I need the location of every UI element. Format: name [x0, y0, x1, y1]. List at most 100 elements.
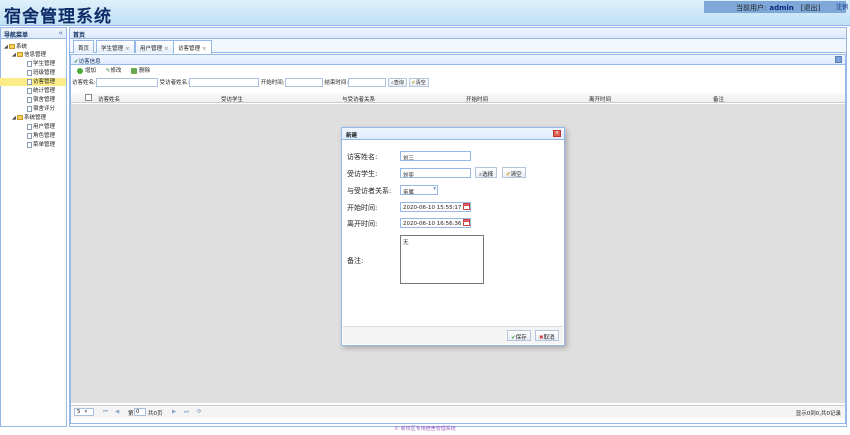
select-student-button[interactable]: ⌕选择 — [475, 167, 498, 178]
tree-node-classes[interactable]: 班级管理 — [0, 69, 66, 77]
col-student[interactable]: 受访学生 — [221, 95, 243, 103]
nav-panel-header: 导航菜单 « — [1, 28, 66, 39]
last-page-icon[interactable]: ⏭ — [184, 409, 189, 416]
pager-summary: 显示0到0,共0记录 — [795, 411, 841, 417]
first-page-icon[interactable]: ⏮ — [103, 409, 108, 416]
select-all-checkbox[interactable] — [85, 94, 92, 101]
tree-node-users[interactable]: 用户管理 — [0, 123, 66, 131]
logout-link[interactable]: 注销 — [836, 2, 848, 11]
clear-button[interactable]: ✐清空 — [408, 78, 429, 87]
clear-student-button[interactable]: ✐清空 — [502, 167, 526, 178]
close-icon[interactable]: × — [553, 130, 561, 137]
col-visitor-name[interactable]: 访客姓名 — [98, 95, 120, 103]
tab-home[interactable]: 首页 — [73, 40, 95, 53]
start-time-label: 开始时间: — [347, 204, 378, 212]
end-time-input[interactable] — [348, 78, 387, 87]
folder-icon — [9, 44, 15, 49]
visitor-name-label: 访客姓名: — [347, 153, 378, 161]
exit-link[interactable]: [退出] — [801, 4, 820, 12]
nav-panel-title: 导航菜单 — [4, 32, 29, 39]
visitor-name-field[interactable]: 刘三 — [400, 151, 471, 161]
datagrid-title: 访客信息 — [78, 59, 101, 65]
student-field[interactable]: 刘奕 — [400, 168, 471, 178]
student-label: 受访学生: — [347, 170, 378, 178]
delete-button[interactable]: 删除 — [131, 67, 150, 74]
col-leave-time[interactable]: 离开时间 — [589, 95, 611, 103]
tree-node-roles[interactable]: 角色管理 — [0, 132, 66, 140]
user-prefix: 当前用户: — [736, 4, 767, 12]
visitor-name-input[interactable] — [95, 78, 158, 87]
start-time-input[interactable] — [284, 78, 323, 87]
page-prefix: 第 — [128, 411, 134, 417]
tab-students[interactable]: 学生管理 × — [96, 40, 135, 53]
relation-select[interactable]: 亲属 ▾ — [400, 185, 438, 195]
tab-users[interactable]: 用户管理 × — [135, 40, 174, 53]
remark-textarea[interactable]: 无 — [400, 235, 484, 284]
tree-node-dorm-score[interactable]: 宿舍评分 — [0, 105, 66, 113]
datagrid-toolbar: 增加 ✎修改 删除 — [77, 66, 158, 74]
delete-icon — [131, 67, 138, 74]
dialog-footer: ✔保存 ✖取消 — [343, 326, 563, 344]
page-number-input[interactable]: 0 — [134, 408, 146, 416]
refresh-icon[interactable]: ⟳ — [197, 409, 202, 415]
file-icon — [27, 87, 32, 94]
file-icon — [27, 69, 32, 76]
user-bar: 当前用户: admin [退出] — [704, 1, 846, 13]
user-name: admin — [769, 4, 794, 12]
file-icon — [27, 105, 32, 112]
student-name-label: 受访者姓名: — [159, 80, 189, 86]
col-start-time[interactable]: 开始时间 — [466, 95, 488, 103]
calendar-icon[interactable] — [463, 203, 470, 210]
end-time-label: 结束时间: — [324, 80, 349, 86]
chevron-down-icon: ▾ — [433, 186, 436, 192]
tree-node-menus[interactable]: 菜单管理 — [0, 141, 66, 149]
pagination-bar: 5 ▾ ⏮ ◀ 第 0 共0页 ▶ ⏭ ⟳ 显示0到0,共0记录 — [71, 405, 845, 418]
start-time-field[interactable]: 2020-06-10 15:55:17 — [400, 202, 471, 212]
footer: © 新校区专用宿舍管理系统 — [394, 426, 456, 432]
student-name-input[interactable] — [188, 78, 259, 87]
search-bar: 访客姓名: 受访者姓名: 开始时间: 结束时间: ⌕查询 ✐清空 — [72, 78, 844, 90]
col-relation[interactable]: 与受访者关系 — [342, 95, 375, 103]
dialog-title: 新建 — [346, 133, 358, 139]
leave-time-field[interactable]: 2020-06-10 16:56:36 — [400, 218, 471, 228]
col-remark[interactable]: 备注 — [713, 95, 724, 103]
page-total: 共0页 — [148, 411, 163, 417]
dialog-header: 新建 — [342, 128, 564, 140]
query-button[interactable]: ⌕查询 — [387, 78, 407, 87]
tree-node-info-mgmt[interactable]: ◢ 信息管理 — [0, 51, 66, 59]
collapse-panel-icon[interactable] — [835, 56, 842, 63]
chevron-down-icon: ▾ — [84, 409, 88, 415]
save-button[interactable]: ✔保存 — [507, 330, 531, 341]
tree-node-students[interactable]: 学生管理 — [0, 60, 66, 68]
add-button[interactable]: 增加 — [77, 67, 96, 74]
file-icon — [27, 141, 32, 148]
cancel-button[interactable]: ✖取消 — [535, 330, 559, 341]
app-title: 宿舍管理系统 — [4, 7, 112, 27]
tree-node-visitors[interactable]: 访客管理 — [0, 78, 66, 86]
file-icon — [27, 60, 32, 67]
tree-node-sys-mgmt[interactable]: ◢ 系统管理 — [0, 114, 66, 122]
remark-label: 备注: — [347, 257, 364, 265]
close-icon[interactable]: × — [202, 46, 207, 52]
start-time-label: 开始时间: — [260, 80, 285, 86]
next-page-icon[interactable]: ▶ — [172, 409, 176, 415]
leave-time-label: 离开时间: — [347, 220, 378, 228]
folder-icon — [17, 115, 23, 120]
page-size-select[interactable]: 5 ▾ — [74, 408, 94, 416]
datagrid-title-bar: ✔访客信息 — [71, 55, 845, 65]
new-visitor-dialog: 新建 × 访客姓名: 刘三 受访学生: 刘奕 ⌕选择 ✐清空 与受访者关系: 亲… — [341, 127, 565, 346]
file-icon — [27, 96, 32, 103]
collapse-icon[interactable]: « — [58, 29, 63, 37]
edit-button[interactable]: ✎修改 — [106, 68, 122, 74]
tree-node-root[interactable]: ◢ 系统 — [0, 43, 66, 51]
prev-page-icon[interactable]: ◀ — [115, 409, 119, 415]
tree-node-stats[interactable]: 统计管理 — [0, 87, 66, 95]
close-icon[interactable]: × — [125, 46, 130, 52]
file-icon — [27, 78, 32, 85]
close-icon[interactable]: × — [164, 46, 169, 52]
tree-node-dorms[interactable]: 宿舍管理 — [0, 96, 66, 104]
visitor-name-label: 访客姓名: — [72, 80, 96, 86]
center-panel-title: 首页 — [73, 32, 86, 39]
calendar-icon[interactable] — [463, 219, 470, 226]
tab-visitors[interactable]: 访客管理 × — [173, 40, 212, 54]
